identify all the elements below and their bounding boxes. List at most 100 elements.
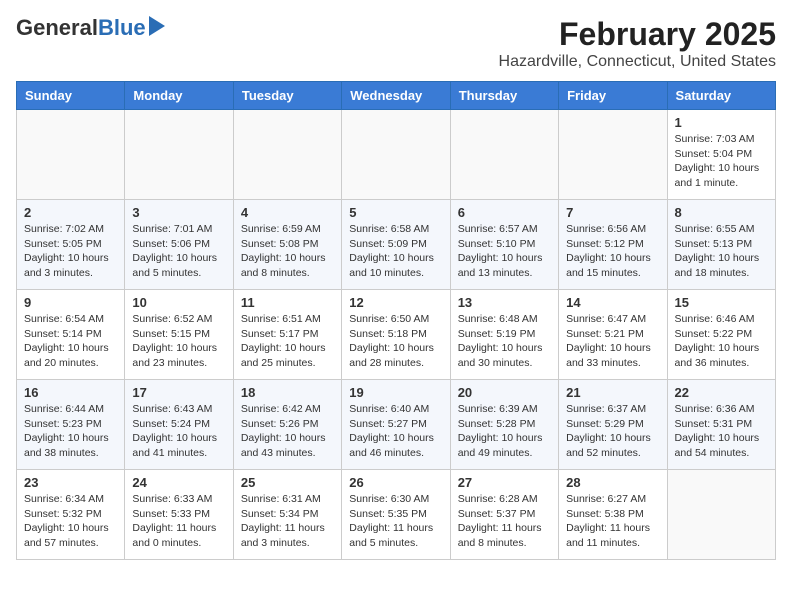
day-info: Sunrise: 6:37 AM Sunset: 5:29 PM Dayligh… <box>566 402 659 461</box>
day-info: Sunrise: 7:01 AM Sunset: 5:06 PM Dayligh… <box>132 222 225 281</box>
empty-cell <box>667 470 775 560</box>
day-number: 19 <box>349 385 442 400</box>
day-info: Sunrise: 6:57 AM Sunset: 5:10 PM Dayligh… <box>458 222 551 281</box>
day-info: Sunrise: 6:43 AM Sunset: 5:24 PM Dayligh… <box>132 402 225 461</box>
day-info: Sunrise: 6:28 AM Sunset: 5:37 PM Dayligh… <box>458 492 551 551</box>
day-number: 1 <box>675 115 768 130</box>
day-info: Sunrise: 6:27 AM Sunset: 5:38 PM Dayligh… <box>566 492 659 551</box>
day-number: 12 <box>349 295 442 310</box>
day-cell-4: 4Sunrise: 6:59 AM Sunset: 5:08 PM Daylig… <box>233 200 341 290</box>
day-info: Sunrise: 6:58 AM Sunset: 5:09 PM Dayligh… <box>349 222 442 281</box>
calendar-table: SundayMondayTuesdayWednesdayThursdayFrid… <box>16 81 776 560</box>
week-row-1: 1 Sunrise: 7:03 AM Sunset: 5:04 PM Daylig… <box>17 110 776 200</box>
day-cell-23: 23Sunrise: 6:34 AM Sunset: 5:32 PM Dayli… <box>17 470 125 560</box>
day-cell-18: 18 Sunrise: 6:42 AM Sunset: 5:26 PM Dayli… <box>233 380 341 470</box>
weekday-header-monday: Monday <box>125 82 233 110</box>
day-info: Sunrise: 7:02 AM Sunset: 5:05 PM Dayligh… <box>24 222 117 281</box>
day-number: 4 <box>241 205 334 220</box>
day-info: Sunrise: 6:42 AM Sunset: 5:26 PM Dayligh… <box>241 402 334 461</box>
day-number: 14 <box>566 295 659 310</box>
day-info: Sunrise: 6:50 AM Sunset: 5:18 PM Dayligh… <box>349 312 442 371</box>
day-info: Sunrise: 6:40 AM Sunset: 5:27 PM Dayligh… <box>349 402 442 461</box>
day-cell-2: 2 Sunrise: 7:02 AM Sunset: 5:05 PM Daylig… <box>17 200 125 290</box>
week-row-4: 16 Sunrise: 6:44 AM Sunset: 5:23 PM Dayli… <box>17 380 776 470</box>
day-info: Sunrise: 6:48 AM Sunset: 5:19 PM Dayligh… <box>458 312 551 371</box>
day-info: Sunrise: 6:30 AM Sunset: 5:35 PM Dayligh… <box>349 492 442 551</box>
day-cell-22: 22 Sunrise: 6:36 AM Sunset: 5:31 PM Dayli… <box>667 380 775 470</box>
day-cell-26: 26 Sunrise: 6:30 AM Sunset: 5:35 PM Dayli… <box>342 470 450 560</box>
day-number: 17 <box>132 385 225 400</box>
day-number: 24 <box>132 475 225 490</box>
week-row-5: 23Sunrise: 6:34 AM Sunset: 5:32 PM Dayli… <box>17 470 776 560</box>
weekday-header-friday: Friday <box>559 82 667 110</box>
day-cell-11: 11 Sunrise: 6:51 AM Sunset: 5:17 PM Dayli… <box>233 290 341 380</box>
day-number: 11 <box>241 295 334 310</box>
day-info: Sunrise: 6:56 AM Sunset: 5:12 PM Dayligh… <box>566 222 659 281</box>
day-info: Sunrise: 6:47 AM Sunset: 5:21 PM Dayligh… <box>566 312 659 371</box>
weekday-header-thursday: Thursday <box>450 82 558 110</box>
day-cell-27: 27 Sunrise: 6:28 AM Sunset: 5:37 PM Dayli… <box>450 470 558 560</box>
day-number: 26 <box>349 475 442 490</box>
day-info: Sunrise: 6:31 AM Sunset: 5:34 PM Dayligh… <box>241 492 334 551</box>
day-number: 16 <box>24 385 117 400</box>
empty-cell <box>342 110 450 200</box>
day-cell-21: 21 Sunrise: 6:37 AM Sunset: 5:29 PM Dayli… <box>559 380 667 470</box>
day-info: Sunrise: 6:51 AM Sunset: 5:17 PM Dayligh… <box>241 312 334 371</box>
day-cell-9: 9 Sunrise: 6:54 AM Sunset: 5:14 PM Daylig… <box>17 290 125 380</box>
day-number: 22 <box>675 385 768 400</box>
day-info: Sunrise: 6:55 AM Sunset: 5:13 PM Dayligh… <box>675 222 768 281</box>
day-cell-13: 13 Sunrise: 6:48 AM Sunset: 5:19 PM Dayli… <box>450 290 558 380</box>
day-cell-16: 16 Sunrise: 6:44 AM Sunset: 5:23 PM Dayli… <box>17 380 125 470</box>
day-info: Sunrise: 6:52 AM Sunset: 5:15 PM Dayligh… <box>132 312 225 371</box>
day-number: 28 <box>566 475 659 490</box>
day-cell-25: 25Sunrise: 6:31 AM Sunset: 5:34 PM Dayli… <box>233 470 341 560</box>
logo: GeneralBlue <box>16 16 165 40</box>
day-info: Sunrise: 6:46 AM Sunset: 5:22 PM Dayligh… <box>675 312 768 371</box>
empty-cell <box>559 110 667 200</box>
weekday-header-sunday: Sunday <box>17 82 125 110</box>
day-cell-10: 10 Sunrise: 6:52 AM Sunset: 5:15 PM Dayli… <box>125 290 233 380</box>
day-info: Sunrise: 6:34 AM Sunset: 5:32 PM Dayligh… <box>24 492 117 551</box>
weekday-header-saturday: Saturday <box>667 82 775 110</box>
calendar-subtitle: Hazardville, Connecticut, United States <box>499 53 776 71</box>
day-number: 15 <box>675 295 768 310</box>
day-info: Sunrise: 6:54 AM Sunset: 5:14 PM Dayligh… <box>24 312 117 371</box>
logo-blue: Blue <box>98 15 146 40</box>
day-info: Sunrise: 6:33 AM Sunset: 5:33 PM Dayligh… <box>132 492 225 551</box>
day-number: 3 <box>132 205 225 220</box>
day-cell-5: 5Sunrise: 6:58 AM Sunset: 5:09 PM Daylig… <box>342 200 450 290</box>
day-number: 6 <box>458 205 551 220</box>
day-cell-8: 8 Sunrise: 6:55 AM Sunset: 5:13 PM Daylig… <box>667 200 775 290</box>
day-cell-15: 15 Sunrise: 6:46 AM Sunset: 5:22 PM Dayli… <box>667 290 775 380</box>
day-number: 27 <box>458 475 551 490</box>
day-cell-20: 20 Sunrise: 6:39 AM Sunset: 5:28 PM Dayli… <box>450 380 558 470</box>
day-cell-7: 7 Sunrise: 6:56 AM Sunset: 5:12 PM Daylig… <box>559 200 667 290</box>
day-info: Sunrise: 6:36 AM Sunset: 5:31 PM Dayligh… <box>675 402 768 461</box>
empty-cell <box>450 110 558 200</box>
day-cell-17: 17 Sunrise: 6:43 AM Sunset: 5:24 PM Dayli… <box>125 380 233 470</box>
day-cell-14: 14 Sunrise: 6:47 AM Sunset: 5:21 PM Dayli… <box>559 290 667 380</box>
empty-cell <box>233 110 341 200</box>
day-cell-28: 28 Sunrise: 6:27 AM Sunset: 5:38 PM Dayli… <box>559 470 667 560</box>
weekday-header-wednesday: Wednesday <box>342 82 450 110</box>
day-info: Sunrise: 6:39 AM Sunset: 5:28 PM Dayligh… <box>458 402 551 461</box>
weekday-header-tuesday: Tuesday <box>233 82 341 110</box>
day-cell-3: 3 Sunrise: 7:01 AM Sunset: 5:06 PM Daylig… <box>125 200 233 290</box>
day-number: 10 <box>132 295 225 310</box>
day-number: 8 <box>675 205 768 220</box>
day-info: Sunrise: 7:03 AM Sunset: 5:04 PM Dayligh… <box>675 132 768 191</box>
week-row-2: 2 Sunrise: 7:02 AM Sunset: 5:05 PM Daylig… <box>17 200 776 290</box>
day-number: 2 <box>24 205 117 220</box>
day-number: 18 <box>241 385 334 400</box>
calendar-title: February 2025 <box>499 16 776 53</box>
page-header: GeneralBlue February 2025 Hazardville, C… <box>16 16 776 71</box>
day-number: 21 <box>566 385 659 400</box>
day-cell-6: 6 Sunrise: 6:57 AM Sunset: 5:10 PM Daylig… <box>450 200 558 290</box>
empty-cell <box>125 110 233 200</box>
day-number: 9 <box>24 295 117 310</box>
day-info: Sunrise: 6:44 AM Sunset: 5:23 PM Dayligh… <box>24 402 117 461</box>
week-row-3: 9 Sunrise: 6:54 AM Sunset: 5:14 PM Daylig… <box>17 290 776 380</box>
day-number: 20 <box>458 385 551 400</box>
day-number: 7 <box>566 205 659 220</box>
day-number: 13 <box>458 295 551 310</box>
